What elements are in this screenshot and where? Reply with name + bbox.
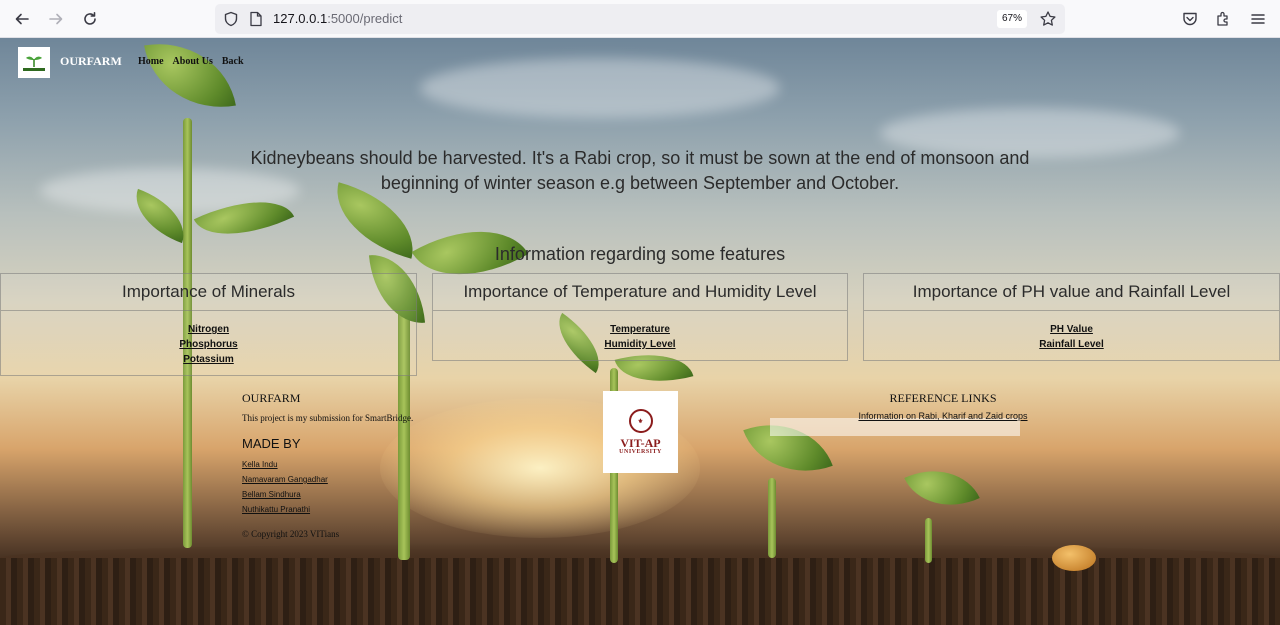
made-by-heading: MADE BY: [242, 436, 301, 451]
url-host: 127.0.0.1: [273, 11, 328, 26]
footer-description: This project is my submission for SmartB…: [242, 413, 414, 423]
card-title: Importance of PH value and Rainfall Leve…: [864, 274, 1279, 311]
card-links: Temperature Humidity Level: [433, 311, 847, 352]
university-name: VIT-AP: [620, 436, 661, 450]
features-section-title: Information regarding some features: [494, 244, 786, 264]
humidity-level-link[interactable]: Humidity Level: [604, 337, 675, 352]
browser-toolbar: 127.0.0.1:5000/predict 67%: [0, 0, 1280, 38]
temperature-link[interactable]: Temperature: [610, 322, 670, 337]
soil-ground: [0, 558, 1280, 625]
rainfall-level-link[interactable]: Rainfall Level: [1039, 337, 1103, 352]
card-links: Nitrogen Phosphorus Potassium: [1, 311, 416, 367]
extensions-icon[interactable]: [1215, 10, 1233, 28]
temperature-humidity-card: Importance of Temperature and Humidity L…: [432, 273, 848, 361]
rabi-kharif-zaid-link[interactable]: Information on Rabi, Kharif and Zaid cro…: [858, 408, 1028, 424]
potassium-link[interactable]: Potassium: [183, 352, 234, 367]
nav-back-link[interactable]: Back: [222, 56, 244, 67]
footer-brand: OURFARM: [242, 391, 301, 405]
university-logo: ⚜ VIT-AP UNIVERSITY: [603, 391, 678, 473]
plant-stem: [925, 518, 932, 563]
prediction-result-text: Kidneybeans should be harvested. It's a …: [250, 148, 1030, 193]
shield-icon[interactable]: [223, 11, 239, 27]
page-viewport: OURFARM Home About Us Back Kidneybeans s…: [0, 38, 1280, 625]
url-path: :5000/predict: [327, 11, 403, 26]
cloud-decoration: [420, 58, 780, 118]
copyright-text: © Copyright 2023 VITians: [242, 529, 340, 539]
ph-value-link[interactable]: PH Value: [1050, 322, 1093, 337]
minerals-card: Importance of Minerals Nitrogen Phosphor…: [0, 273, 417, 376]
nav-home-link[interactable]: Home: [138, 56, 164, 67]
pocket-icon[interactable]: [1181, 10, 1199, 28]
card-title: Importance of Temperature and Humidity L…: [433, 274, 847, 311]
university-subtitle: UNIVERSITY: [619, 449, 662, 455]
team-member-link[interactable]: Nuthikattu Pranathi: [242, 504, 328, 515]
university-emblem-icon: ⚜: [628, 409, 653, 433]
team-member-link[interactable]: Namavaram Gangadhar: [242, 474, 328, 485]
site-logo[interactable]: [18, 47, 50, 78]
card-title: Importance of Minerals: [1, 274, 416, 311]
site-brand: OURFARM: [60, 54, 122, 68]
bean-seed: [1052, 545, 1096, 571]
plant-leaf: [904, 452, 980, 524]
team-member-link[interactable]: Bellam Sindhura: [242, 489, 328, 500]
zoom-level-badge[interactable]: 67%: [997, 10, 1028, 28]
nitrogen-link[interactable]: Nitrogen: [188, 322, 229, 337]
address-bar[interactable]: 127.0.0.1:5000/predict 67%: [215, 4, 1065, 34]
team-member-link[interactable]: Kella Indu: [242, 459, 328, 470]
ph-rainfall-card: Importance of PH value and Rainfall Leve…: [863, 273, 1280, 361]
nav-about-link[interactable]: About Us: [173, 56, 213, 67]
menu-icon[interactable]: [1249, 10, 1267, 28]
card-links: PH Value Rainfall Level: [864, 311, 1279, 352]
site-nav: Home About Us Back: [138, 56, 244, 67]
team-member-list: Kella Indu Namavaram Gangadhar Bellam Si…: [242, 459, 328, 515]
bookmark-star-icon[interactable]: [1039, 10, 1057, 28]
forward-arrow-icon[interactable]: [45, 8, 67, 30]
url-text[interactable]: 127.0.0.1:5000/predict: [273, 11, 402, 26]
plant-leaf: [144, 38, 236, 120]
phosphorus-link[interactable]: Phosphorus: [179, 337, 237, 352]
plant-stem: [768, 478, 776, 558]
reference-links-heading: REFERENCE LINKS: [889, 391, 997, 405]
back-arrow-icon[interactable]: [11, 8, 33, 30]
reload-icon[interactable]: [79, 8, 101, 30]
page-icon: [250, 11, 262, 27]
